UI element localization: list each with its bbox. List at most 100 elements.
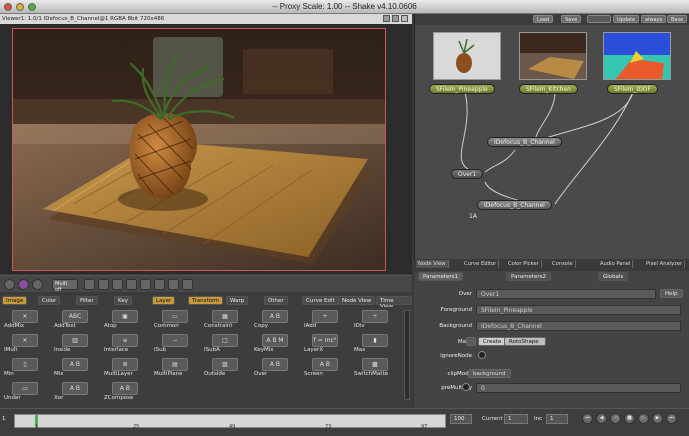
viewer-maximize-icon[interactable]: [392, 15, 399, 22]
current-frame-field[interactable]: 1: [504, 414, 528, 424]
tool-mix[interactable]: A B Mix: [52, 357, 106, 380]
viewer-panel[interactable]: [0, 24, 412, 274]
ignore-node-toggle[interactable]: [478, 351, 486, 359]
node-idefocus-bottom[interactable]: IDefocus_B_Channel: [477, 200, 552, 210]
thumbnail-kitchen[interactable]: [519, 32, 587, 80]
over-name-field[interactable]: Over1: [476, 289, 656, 299]
tool-min[interactable]: ▯ Min: [2, 357, 56, 380]
node-idefocus-top[interactable]: IDefocus_B_Channel: [487, 137, 562, 147]
tool-inside[interactable]: ▥ Inside: [52, 333, 106, 356]
play-backward-icon[interactable]: ◀: [596, 413, 607, 424]
tab-other[interactable]: Other: [264, 296, 288, 305]
tab-node-view[interactable]: Node View: [338, 296, 376, 305]
gamma-icon[interactable]: [32, 279, 43, 290]
tab-transform[interactable]: Transform: [188, 296, 224, 305]
play-forward-icon[interactable]: ▶: [652, 413, 663, 424]
end-frame-field[interactable]: 100: [450, 414, 472, 424]
overlay-icon[interactable]: [168, 279, 179, 290]
tab-globals[interactable]: Globals: [598, 272, 629, 281]
time-ruler[interactable]: 1 25 49 73 97: [14, 414, 446, 430]
tool-copy[interactable]: A B Copy: [252, 309, 306, 332]
tab-warp[interactable]: Warp: [226, 296, 249, 305]
go-to-end-icon[interactable]: ⏭: [666, 413, 677, 424]
script-icon[interactable]: [154, 279, 165, 290]
tool-idiv[interactable]: ÷ IDiv: [352, 309, 406, 332]
tab-time-view[interactable]: Time View: [376, 296, 412, 310]
node-sfilein-idof[interactable]: SFileIn_IDOF: [607, 84, 658, 94]
tool-keymix[interactable]: A B M KeyMix: [252, 333, 306, 356]
thumbnail-idof[interactable]: [603, 32, 671, 80]
viewer-close-icon[interactable]: [401, 15, 408, 22]
tab-parameters1[interactable]: Parameters1: [418, 272, 463, 281]
tab-pixel-analyzer[interactable]: Pixel Analyzer: [644, 260, 686, 268]
tool-zcompose[interactable]: A B ZCompose: [102, 381, 156, 404]
node-view[interactable]: Load Save Update always Base SFileIn_Pin…: [414, 14, 689, 259]
tool-constraint[interactable]: ▦ Constraint: [202, 309, 256, 332]
color-mode-icon[interactable]: [4, 279, 15, 290]
mask-shape-select[interactable]: RotoShape: [504, 337, 546, 346]
viewer-minimize-icon[interactable]: [383, 15, 390, 22]
node-sfilein-pineapple[interactable]: SFileIn_Pineapple: [429, 84, 495, 94]
node-over1[interactable]: Over1: [451, 169, 484, 179]
tab-node-view-panel[interactable]: Node View: [416, 260, 449, 268]
tool-max[interactable]: ▮ Max: [352, 333, 406, 356]
frame-icon[interactable]: [84, 279, 95, 290]
viewer-image[interactable]: [12, 28, 386, 271]
compare-icon[interactable]: [112, 279, 123, 290]
background-field[interactable]: IDefocus_B_Channel: [476, 321, 681, 331]
tab-console[interactable]: Console: [550, 260, 576, 268]
thumbnail-pineapple[interactable]: [433, 32, 501, 80]
go-to-start-icon[interactable]: ⏮: [582, 413, 593, 424]
step-forward-icon[interactable]: ▷: [638, 413, 649, 424]
roi-icon[interactable]: [126, 279, 137, 290]
tool-addtext[interactable]: ABC AddText: [52, 309, 106, 332]
tool-isub[interactable]: − ISub: [152, 333, 206, 356]
increment-field[interactable]: 1: [546, 414, 568, 424]
tool-multiplane[interactable]: ▤ MultiPlane: [152, 357, 206, 380]
tab-curve-editor[interactable]: Curve Editor: [462, 260, 500, 268]
tool-interlace[interactable]: ≡ Interlace: [102, 333, 156, 356]
tab-filter[interactable]: Filter: [76, 296, 98, 305]
tool-atop[interactable]: ▣ Atop: [102, 309, 156, 332]
lut-icon[interactable]: [140, 279, 151, 290]
tool-xor[interactable]: A B Xor: [52, 381, 106, 404]
parameters-panel: Parameters1 Parameters2 Globals Over Ove…: [414, 271, 689, 408]
tool-layerx[interactable]: f = mc² LayerX: [302, 333, 356, 356]
clip-mode-select[interactable]: background: [468, 369, 511, 378]
tab-layer[interactable]: Layer: [152, 296, 176, 305]
step-back-icon[interactable]: ◁: [610, 413, 621, 424]
zoom-icon[interactable]: [98, 279, 109, 290]
premultiply-field[interactable]: 0: [476, 383, 681, 393]
tool-iadd[interactable]: + IAdd: [302, 309, 356, 332]
node-sfilein-kitchen[interactable]: SFileIn_Kitchen: [519, 84, 578, 94]
snapshot-icon[interactable]: [182, 279, 193, 290]
tool-palette-scrollbar[interactable]: [404, 310, 410, 400]
tool-isuba[interactable]: □ ISubA: [202, 333, 256, 356]
tab-image[interactable]: Image: [2, 296, 28, 305]
tab-curve-edit[interactable]: Curve Edit: [302, 296, 339, 305]
tool-over[interactable]: A B Over: [252, 357, 306, 380]
stop-icon[interactable]: ■: [624, 413, 635, 424]
xor-icon: A B: [62, 382, 88, 395]
foreground-field[interactable]: SFileIn_Pineapple: [476, 305, 681, 315]
tool-screen[interactable]: A B Screen: [302, 357, 356, 380]
tab-color[interactable]: Color: [38, 296, 61, 305]
premultiply-toggle[interactable]: [462, 383, 470, 391]
tab-key[interactable]: Key: [114, 296, 132, 305]
tool-common[interactable]: ▭ Common: [152, 309, 206, 332]
tab-audio-panel[interactable]: Audio Panel: [598, 260, 634, 268]
tool-outside[interactable]: ▧ Outside: [202, 357, 256, 380]
mask-expand-icon[interactable]: [466, 337, 476, 346]
channel-icon[interactable]: [18, 279, 29, 290]
window-titlebar: -- Proxy Scale: 1.00 -- Shake v4.10.0606: [0, 0, 689, 14]
help-button[interactable]: Help: [660, 289, 683, 298]
tab-color-picker[interactable]: Color Picker: [506, 260, 542, 268]
tool-switchmatte[interactable]: ▩ SwitchMatte: [352, 357, 406, 380]
multi-off-button[interactable]: Multi off: [52, 279, 78, 293]
mask-create-button[interactable]: Create: [478, 337, 507, 346]
tool-imult[interactable]: ✕ IMult: [2, 333, 56, 356]
tool-addmix[interactable]: ✕ AddMix: [2, 309, 56, 332]
tool-under[interactable]: ▭ Under: [2, 381, 56, 404]
tool-multilayer[interactable]: ≣ MultiLayer: [102, 357, 156, 380]
tab-parameters2[interactable]: Parameters2: [506, 272, 551, 281]
